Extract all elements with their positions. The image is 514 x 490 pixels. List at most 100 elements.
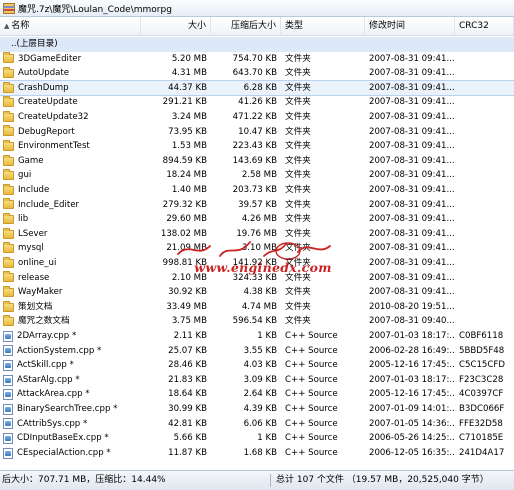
crc-cell: C0BF6118 <box>459 331 504 341</box>
type-cell: 文件夹 <box>285 287 311 298</box>
file-row[interactable]: CDInputBaseEx.cpp * 5.66 KB 1 KB C++ Source… <box>0 431 514 446</box>
type-cell: 文件夹 <box>285 243 311 254</box>
item-name: CEspecialAction.cpp * <box>17 447 111 458</box>
size-cell: 5.20 MB <box>171 53 207 64</box>
item-name: ActSkill.cpp * <box>17 360 74 371</box>
folder-icon <box>3 110 14 122</box>
type-cell: 文件夹 <box>285 185 311 195</box>
packed-cell: 643.70 KB <box>232 68 277 79</box>
item-name: EnvironmentTest <box>18 141 90 152</box>
parent-dir-row[interactable]: ..(上层目录) <box>0 37 514 52</box>
column-packed[interactable]: 压缩后大小 <box>211 17 281 36</box>
crc-cell <box>459 285 514 300</box>
mtime-cell: 2007-08-31 09:41... <box>369 214 455 225</box>
file-row[interactable]: ActionSystem.cpp * 25.07 KB 3.55 KB C++ Sou… <box>0 344 514 359</box>
size-cell: 5.66 KB <box>173 433 207 444</box>
folder-row[interactable]: EnvironmentTest 1.53 MB 223.43 KB 文件夹 2007-0… <box>0 139 514 154</box>
name-cell: AStarAlg.cpp * <box>3 373 141 388</box>
folder-row[interactable]: DebugReport 73.95 KB 10.47 KB 文件夹 2007-08-31… <box>0 125 514 140</box>
file-row[interactable]: CAttribSys.cpp * 42.81 KB 6.06 KB C++ Sourc… <box>0 417 514 432</box>
folder-row[interactable]: CreateUpdate 291.21 KB 41.26 KB 文件夹 2007-08-… <box>0 95 514 110</box>
folder-row[interactable]: Game 894.59 KB 143.69 KB 文件夹 2007-08-31 09:4… <box>0 154 514 169</box>
crc-cell <box>459 154 514 169</box>
cpp-file-icon <box>3 432 13 444</box>
type-cell: C++ Source <box>285 331 338 341</box>
column-crc[interactable]: CRC32 <box>455 17 514 36</box>
folder-row[interactable]: online_ui 998.81 KB 141.92 KB 文件夹 2007-08-31… <box>0 256 514 271</box>
file-row[interactable]: AttackArea.cpp * 18.64 KB 2.64 KB C++ Sourc… <box>0 387 514 402</box>
column-size[interactable]: 大小 <box>141 17 211 36</box>
size-cell: 2.11 KB <box>173 331 207 341</box>
crc-cell: FFE32D58 <box>459 418 503 429</box>
folder-row[interactable]: 3DGameEditer 5.20 MB 754.70 KB 文件夹 2007-08-3… <box>0 52 514 67</box>
item-name: CreateUpdate <box>18 97 78 108</box>
cpp-file-icon <box>3 389 13 401</box>
packed-cell: 2.64 KB <box>243 389 277 400</box>
item-name: CrashDump <box>18 82 69 93</box>
mtime-cell: 2007-01-03 18:17:... <box>369 331 455 341</box>
file-row[interactable]: 2DArray.cpp * 2.11 KB 1 KB C++ Source 2007-0… <box>0 329 514 344</box>
item-name: Include <box>18 185 50 195</box>
packed-cell: 3.10 MB <box>241 243 277 254</box>
size-cell: 25.07 KB <box>168 345 207 356</box>
file-row[interactable]: CEspecialAction.cpp * 11.87 KB 1.68 KB C++ … <box>0 446 514 461</box>
crc-cell: 4C0397CF <box>459 389 504 400</box>
file-row[interactable]: AStarAlg.cpp * 21.83 KB 3.09 KB C++ Source 2… <box>0 373 514 388</box>
folder-icon <box>3 198 14 210</box>
folder-row[interactable]: CreateUpdate32 3.24 MB 471.22 KB 文件夹 2007-08… <box>0 110 514 125</box>
mtime-cell: 2005-12-16 17:45:... <box>369 360 455 371</box>
status-right: 总计 107 个文件 （19.57 MB，20,525,040 字节） <box>276 475 489 485</box>
packed-cell: 4.03 KB <box>243 360 277 371</box>
file-row[interactable]: ActSkill.cpp * 28.46 KB 4.03 KB C++ Source 2… <box>0 358 514 373</box>
item-name: LSever <box>18 228 48 239</box>
folder-row[interactable]: 策划文档 33.49 MB 4.74 MB 文件夹 2010-08-20 19:51..… <box>0 300 514 315</box>
type-cell: 文件夹 <box>285 258 311 268</box>
item-name: Include_Editer <box>18 199 80 210</box>
name-cell: 魔咒之数文档 <box>3 314 141 329</box>
type-cell: 文件夹 <box>285 272 311 283</box>
size-cell <box>141 37 207 52</box>
folder-icon <box>3 52 14 64</box>
folder-row[interactable]: gui 18.24 MB 2.58 MB 文件夹 2007-08-31 09:41... <box>0 168 514 183</box>
size-cell: 30.99 KB <box>168 404 207 414</box>
column-type[interactable]: 类型 <box>281 17 365 36</box>
folder-row[interactable]: Include 1.40 MB 203.73 KB 文件夹 2007-08-31 09:… <box>0 183 514 198</box>
path-text: 魔咒.7z\魔咒\Loulan_Code\mmorpg <box>18 4 172 15</box>
item-name: CDInputBaseEx.cpp * <box>17 433 109 444</box>
item-name: ActionSystem.cpp * <box>17 345 102 356</box>
folder-row[interactable]: release 2.10 MB 324.33 KB 文件夹 2007-08-31 09:… <box>0 271 514 286</box>
crc-cell: 241D4A17 <box>459 447 505 458</box>
folder-icon <box>3 227 14 239</box>
folder-row[interactable]: lib 29.60 MB 4.26 MB 文件夹 2007-08-31 09:41... <box>0 212 514 227</box>
item-name: WayMaker <box>18 287 63 298</box>
folder-row[interactable]: WayMaker 30.92 KB 4.38 KB 文件夹 2007-08-31 09:… <box>0 285 514 300</box>
item-name: release <box>18 272 50 283</box>
name-cell: CreateUpdate <box>3 95 141 110</box>
name-cell: CreateUpdate32 <box>3 110 141 125</box>
path-bar[interactable]: 魔咒.7z\魔咒\Loulan_Code\mmorpg <box>0 0 514 17</box>
file-list[interactable]: ..(上层目录) 3DGameEditer 5.20 MB 754.70 KB 文件夹 2… <box>0 36 514 468</box>
item-name: DebugReport <box>18 126 75 137</box>
folder-row[interactable]: CrashDump 44.37 KB 6.28 KB 文件夹 2007-08-31 09… <box>0 79 514 97</box>
folder-row[interactable]: mysql 21.09 MB 3.10 MB 文件夹 2007-08-31 09:41.… <box>0 241 514 256</box>
file-row[interactable]: BinarySearchTree.cpp * 30.99 KB 4.39 KB C++… <box>0 402 514 417</box>
mtime-cell: 2007-08-31 09:41... <box>369 68 455 79</box>
item-name: AttackArea.cpp * <box>17 389 90 400</box>
folder-row[interactable]: 魔咒之数文档 3.75 MB 596.54 KB 文件夹 2007-08-31 09:4… <box>0 314 514 329</box>
folder-row[interactable]: AutoUpdate 4.31 MB 643.70 KB 文件夹 2007-08-31 … <box>0 66 514 81</box>
packed-cell: 10.47 KB <box>238 126 277 137</box>
mtime-cell: 2007-08-31 09:41... <box>369 272 455 283</box>
status-left: 后大小：707.71 MB，压缩比：14.44% <box>2 475 166 485</box>
column-mtime[interactable]: 修改时间 <box>365 17 455 36</box>
size-cell: 2.10 MB <box>171 272 207 283</box>
type-cell: 文件夹 <box>285 199 311 210</box>
folder-row[interactable]: Include_Editer 279.32 KB 39.57 KB 文件夹 2007-0… <box>0 198 514 213</box>
item-name: gui <box>18 170 32 181</box>
name-cell: ActionSystem.cpp * <box>3 344 141 359</box>
mtime-cell: 2007-08-31 09:40... <box>369 316 455 327</box>
mtime-cell: 2006-05-26 14:25:... <box>369 433 455 444</box>
type-cell: 文件夹 <box>285 214 311 225</box>
column-name[interactable]: ▲ 名称 <box>0 17 141 36</box>
cpp-file-icon <box>3 418 13 430</box>
folder-row[interactable]: LSever 138.02 MB 19.76 MB 文件夹 2007-08-31 09:… <box>0 227 514 242</box>
